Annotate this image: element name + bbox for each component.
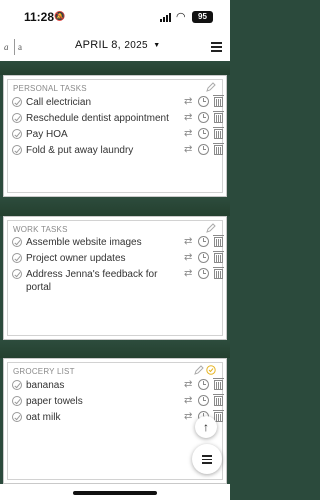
clock-icon[interactable] [198, 252, 209, 263]
background-band [0, 61, 230, 75]
check-circle-icon[interactable] [12, 113, 22, 123]
check-circle-icon[interactable] [12, 412, 22, 422]
arrow-up-icon: ↑ [203, 420, 209, 434]
repeat-icon[interactable]: ⇄ [184, 96, 192, 108]
list-title: GROCERY LIST [13, 367, 75, 376]
repeat-icon[interactable]: ⇄ [184, 236, 192, 248]
list-card-personal: PERSONAL TASKS Call electrician ⇄ Resche… [3, 75, 227, 197]
year-label: 2025 [124, 40, 148, 51]
bell-silent-icon: 🔕 [54, 11, 66, 21]
trash-icon[interactable] [213, 267, 224, 279]
check-circle-icon[interactable] [12, 396, 22, 406]
clock-icon[interactable] [198, 395, 209, 406]
trash-icon[interactable] [213, 95, 224, 107]
home-indicator [73, 491, 157, 495]
trash-icon[interactable] [213, 235, 224, 247]
edit-pencil-icon[interactable] [206, 82, 216, 92]
repeat-icon[interactable]: ⇄ [184, 252, 192, 264]
check-circle-icon[interactable] [12, 253, 22, 263]
edit-pencil-icon[interactable] [206, 223, 216, 233]
clock-icon[interactable] [198, 236, 209, 247]
clock-icon[interactable] [198, 268, 209, 279]
repeat-icon[interactable]: ⇄ [184, 144, 192, 156]
status-bar: 11:28 🔕 ◠ 95 [0, 0, 230, 33]
wifi-icon: ◠ [176, 11, 186, 23]
background-band [0, 340, 230, 358]
chevron-down-icon: ▼ [153, 42, 161, 49]
repeat-icon[interactable]: ⇄ [184, 379, 192, 391]
clock-icon[interactable] [198, 112, 209, 123]
repeat-icon[interactable]: ⇄ [184, 395, 192, 407]
check-circle-icon[interactable] [206, 365, 216, 375]
repeat-icon[interactable]: ⇄ [184, 128, 192, 140]
list-card-work: WORK TASKS Assemble website images ⇄ Pro… [3, 216, 227, 340]
check-circle-icon[interactable] [12, 129, 22, 139]
check-circle-icon[interactable] [12, 269, 22, 279]
repeat-icon[interactable]: ⇄ [184, 411, 192, 423]
signal-icon [160, 12, 173, 22]
list-title: PERSONAL TASKS [13, 84, 87, 93]
date-label: APRIL 8, [75, 39, 122, 51]
list-title: WORK TASKS [13, 225, 68, 234]
fab-menu-button[interactable] [192, 444, 222, 474]
trash-icon[interactable] [213, 127, 224, 139]
app-header: a a APRIL 8, 2025 ▼ [0, 33, 230, 61]
check-circle-icon[interactable] [12, 97, 22, 107]
background-band [0, 197, 230, 216]
clock-icon[interactable] [198, 96, 209, 107]
trash-icon[interactable] [213, 251, 224, 263]
menu-icon[interactable] [211, 42, 222, 52]
trash-icon[interactable] [213, 378, 224, 390]
edit-pencil-icon[interactable] [194, 365, 204, 375]
check-circle-icon[interactable] [12, 145, 22, 155]
scroll-top-button[interactable]: ↑ [195, 416, 217, 438]
trash-icon[interactable] [213, 143, 224, 155]
repeat-icon[interactable]: ⇄ [184, 268, 192, 280]
clock-icon[interactable] [198, 379, 209, 390]
trash-icon[interactable] [213, 111, 224, 123]
battery-icon: 95 [192, 11, 213, 23]
clock-icon[interactable] [198, 144, 209, 155]
repeat-icon[interactable]: ⇄ [184, 112, 192, 124]
clock-icon[interactable] [198, 128, 209, 139]
check-circle-icon[interactable] [12, 380, 22, 390]
check-circle-icon[interactable] [12, 237, 22, 247]
trash-icon[interactable] [213, 394, 224, 406]
status-time: 11:28 [24, 10, 55, 24]
date-selector[interactable]: APRIL 8, 2025 ▼ [75, 39, 160, 51]
app-logo: a a [4, 38, 26, 56]
